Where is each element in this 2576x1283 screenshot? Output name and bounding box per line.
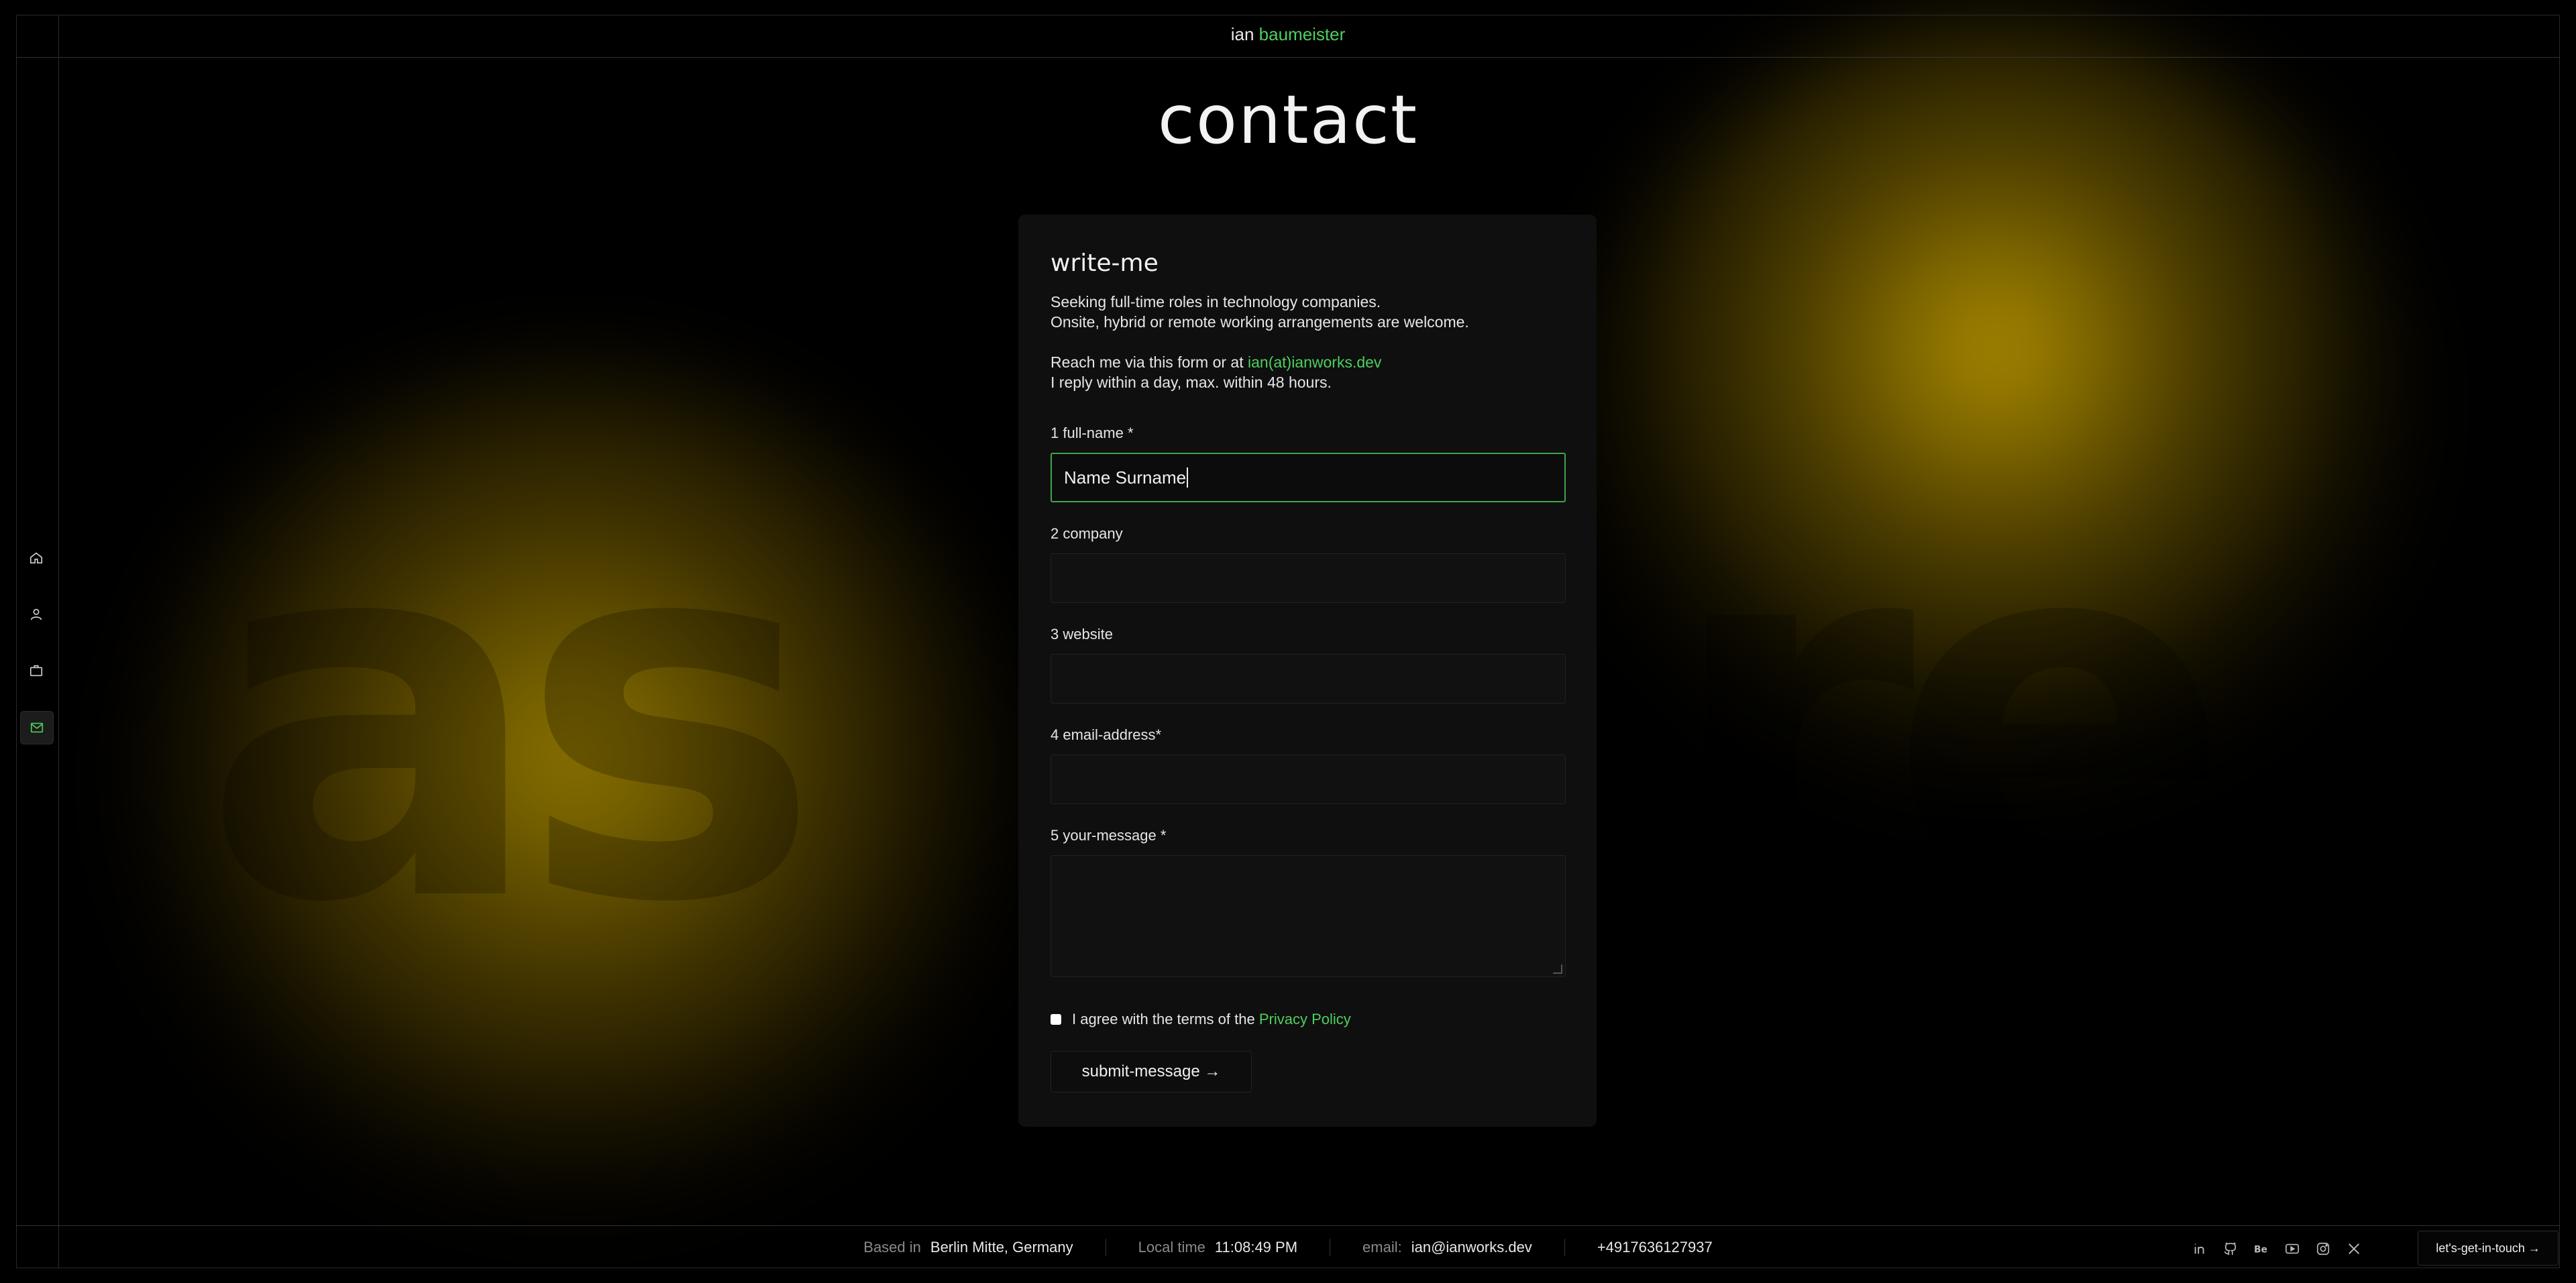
- company-label: 2 company: [1051, 525, 1123, 542]
- intro-line-2: Onsite, hybrid or remote working arrange…: [1051, 313, 1469, 331]
- svg-text:Be: Be: [2254, 1245, 2267, 1256]
- behance-icon[interactable]: Be: [2254, 1241, 2269, 1256]
- github-icon[interactable]: [2223, 1241, 2238, 1256]
- background-letters-left: as: [201, 421, 822, 1014]
- sidebar-item-work[interactable]: [20, 655, 52, 687]
- reach-line: Reach me via this form or at ian(at)ianw…: [1051, 352, 1564, 372]
- background-letters-right: re: [1664, 421, 2234, 1014]
- full-name-value: Name Surname: [1064, 467, 1187, 488]
- divider: [1564, 1239, 1565, 1256]
- message-label: 5 your-message *: [1051, 827, 1167, 844]
- phone-link[interactable]: +4917636127937: [1597, 1239, 1713, 1256]
- brand-last-name: baumeister: [1258, 24, 1346, 44]
- footer-location: Based in Berlin Mitte, Germany: [863, 1239, 1073, 1256]
- resize-handle-icon[interactable]: [1553, 964, 1562, 974]
- based-label: Based in: [863, 1239, 921, 1256]
- email-footer-link[interactable]: ian@ianworks.dev: [1411, 1239, 1532, 1256]
- reach-email-link[interactable]: ian(at)ianworks.dev: [1248, 353, 1381, 371]
- privacy-policy-link[interactable]: Privacy Policy: [1259, 1011, 1351, 1028]
- footer-time: Local time 11:08:49 PM: [1138, 1239, 1297, 1256]
- sidebar-item-home[interactable]: [20, 542, 52, 574]
- company-input[interactable]: [1051, 553, 1566, 603]
- privacy-agreement: I agree with the terms of the Privacy Po…: [1051, 1011, 1564, 1028]
- time-value: 11:08:49 PM: [1214, 1239, 1298, 1256]
- based-value: Berlin Mitte, Germany: [930, 1239, 1073, 1256]
- social-links: Be: [2192, 1241, 2361, 1256]
- brand-first-name: ian: [1230, 24, 1254, 44]
- privacy-checkbox[interactable]: [1051, 1014, 1061, 1025]
- instagram-icon[interactable]: [2316, 1241, 2330, 1256]
- website-input[interactable]: [1051, 654, 1566, 704]
- sidebar-item-about[interactable]: [20, 598, 52, 630]
- form-heading: write-me: [1051, 249, 1159, 277]
- linkedin-icon[interactable]: [2192, 1241, 2207, 1256]
- reply-line: I reply within a day, max. within 48 hou…: [1051, 374, 1332, 391]
- message-textarea[interactable]: [1051, 855, 1566, 977]
- page-title: contact: [1157, 80, 1419, 159]
- footer-email: email: ian@ianworks.dev: [1362, 1239, 1532, 1256]
- email-footer-label: email:: [1362, 1239, 1402, 1256]
- sidebar-nav: [20, 542, 54, 769]
- sidebar-item-contact[interactable]: [20, 711, 54, 744]
- reach-prefix: Reach me via this form or at: [1051, 353, 1248, 371]
- full-name-input[interactable]: Name Surname: [1051, 453, 1566, 502]
- text-caret: [1187, 467, 1189, 488]
- x-icon[interactable]: [2347, 1241, 2361, 1256]
- submit-button[interactable]: submit-message →: [1051, 1051, 1252, 1093]
- website-label: 3 website: [1051, 626, 1113, 643]
- intro-line-1: Seeking full-time roles in technology co…: [1051, 293, 1381, 311]
- home-icon: [30, 552, 43, 564]
- get-in-touch-button[interactable]: let's-get-in-touch →: [2418, 1231, 2559, 1266]
- time-label: Local time: [1138, 1239, 1205, 1256]
- email-input[interactable]: [1051, 755, 1566, 804]
- brand-logo[interactable]: ian baumeister: [0, 24, 2576, 45]
- user-icon: [30, 608, 42, 620]
- briefcase-icon: [30, 665, 43, 677]
- youtube-icon[interactable]: [2285, 1241, 2300, 1256]
- agree-text: I agree with the terms of the: [1072, 1011, 1255, 1027]
- footer-phone: +4917636127937: [1597, 1239, 1713, 1256]
- footer-info: Based in Berlin Mitte, Germany Local tim…: [0, 1227, 2576, 1268]
- right-frame: [2559, 15, 2560, 1268]
- full-name-label: 1 full-name *: [1051, 425, 1134, 441]
- email-label: 4 email-address*: [1051, 726, 1162, 743]
- contact-form-card: write-me Seeking full-time roles in tech…: [1018, 215, 1597, 1127]
- mail-icon: [30, 722, 44, 733]
